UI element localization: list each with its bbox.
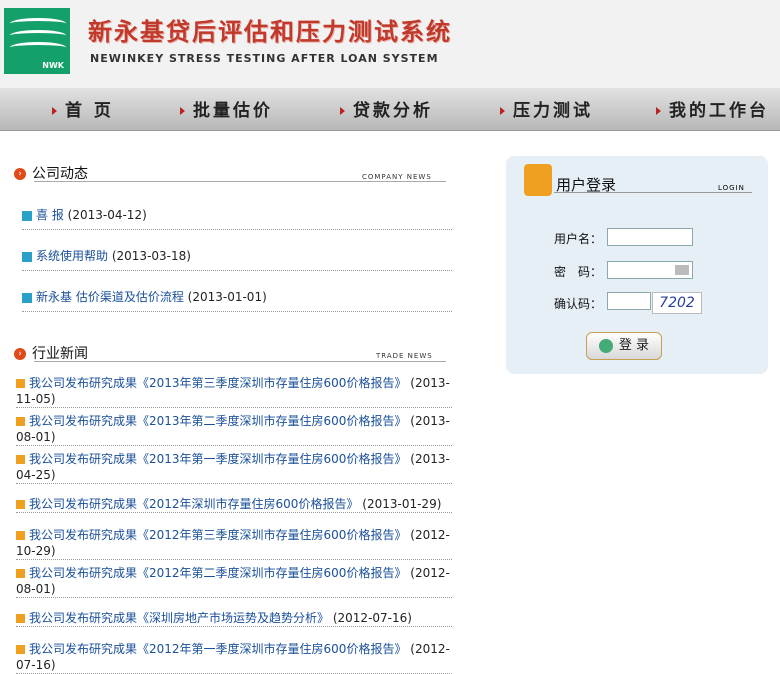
- username-label: 用户名：: [554, 232, 603, 246]
- news-link[interactable]: 新永基 估价渠道及估价流程: [36, 290, 184, 304]
- news-link[interactable]: 我公司发布研究成果《2012年第一季度深圳市存量住房600价格报告》: [29, 642, 406, 656]
- trade-news-item: 我公司发布研究成果《2013年第二季度深圳市存量住房600价格报告》 (2013…: [16, 413, 452, 446]
- arrow-circle-icon: ›: [14, 168, 26, 180]
- system-title-en: NEWINKEY STRESS TESTING AFTER LOAN SYSTE…: [90, 52, 439, 65]
- main-nav: 首 页 批量估价 贷款分析 压力测试 我的工作台: [0, 88, 780, 131]
- news-link[interactable]: 我公司发布研究成果《深圳房地产市场运势及趋势分析》: [29, 611, 329, 625]
- divider: [554, 192, 752, 193]
- keyboard-icon[interactable]: [675, 265, 689, 275]
- arrow-right-icon: [656, 107, 661, 115]
- nav-loan-analysis[interactable]: 贷款分析: [340, 96, 433, 121]
- captcha-label: 确认码：: [554, 297, 603, 311]
- login-title-en: LOGIN: [718, 184, 745, 192]
- nav-batch-valuation[interactable]: 批量估价: [180, 96, 273, 121]
- bullet-icon: [16, 500, 25, 509]
- nav-home[interactable]: 首 页: [52, 96, 114, 121]
- captcha-image[interactable]: 7202: [652, 292, 702, 314]
- company-news-title: › 公司动态: [14, 163, 88, 183]
- trade-news-item: 我公司发布研究成果《2013年第三季度深圳市存量住房600价格报告》 (2013…: [16, 375, 452, 408]
- arrow-right-icon: [52, 107, 57, 115]
- arrow-right-icon: [180, 107, 185, 115]
- nav-stress-test[interactable]: 压力测试: [500, 96, 593, 121]
- trade-news-title: › 行业新闻: [14, 343, 88, 363]
- bullet-icon: [16, 569, 25, 578]
- password-input[interactable]: [607, 261, 693, 279]
- trade-news-title-en: TRADE NEWS: [376, 352, 433, 360]
- trade-news-item: 我公司发布研究成果《2012年第三季度深圳市存量住房600价格报告》 (2012…: [16, 527, 452, 560]
- news-link[interactable]: 我公司发布研究成果《2012年第二季度深圳市存量住房600价格报告》: [29, 566, 406, 580]
- trade-news-item: 我公司发布研究成果《深圳房地产市场运势及趋势分析》 (2012-07-16): [16, 610, 452, 627]
- bullet-icon: [22, 292, 32, 303]
- bullet-icon: [16, 455, 25, 464]
- trade-news-item: 我公司发布研究成果《2012年深圳市存量住房600价格报告》 (2013-01-…: [16, 496, 452, 513]
- username-input[interactable]: [607, 228, 693, 246]
- bullet-icon: [16, 379, 25, 388]
- nav-my-workspace[interactable]: 我的工作台: [656, 96, 769, 121]
- news-link[interactable]: 我公司发布研究成果《2013年第三季度深圳市存量住房600价格报告》: [29, 376, 406, 390]
- company-logo: NWK: [4, 8, 70, 74]
- login-button[interactable]: 登 录: [586, 332, 662, 360]
- news-link[interactable]: 我公司发布研究成果《2013年第一季度深圳市存量住房600价格报告》: [29, 452, 406, 466]
- divider: [34, 181, 446, 183]
- bullet-icon: [16, 645, 25, 654]
- divider: [34, 361, 446, 363]
- bullet-icon: [16, 531, 25, 540]
- news-link[interactable]: 我公司发布研究成果《2013年第二季度深圳市存量住房600价格报告》: [29, 414, 406, 428]
- news-link[interactable]: 喜 报: [36, 208, 64, 222]
- bullet-icon: [16, 417, 25, 426]
- header: NWK 新永基贷后评估和压力测试系统 NEWINKEY STRESS TESTI…: [0, 0, 780, 88]
- bullet-icon: [16, 614, 25, 623]
- arrow-circle-icon: ›: [14, 348, 26, 360]
- news-link[interactable]: 我公司发布研究成果《2012年深圳市存量住房600价格报告》: [29, 497, 358, 511]
- trade-news-item: 我公司发布研究成果《2012年第一季度深圳市存量住房600价格报告》 (2012…: [16, 641, 452, 674]
- captcha-input[interactable]: [607, 292, 651, 310]
- system-title: 新永基贷后评估和压力测试系统: [88, 18, 452, 46]
- company-news-item: 喜 报 (2013-04-12): [22, 206, 452, 230]
- login-panel: 用户登录 LOGIN 用户名： 密 码： 确认码： 7202 登 录: [506, 156, 768, 374]
- company-news-item: 新永基 估价渠道及估价流程 (2013-01-01): [22, 288, 452, 312]
- bullet-icon: [22, 251, 32, 262]
- trade-news-item: 我公司发布研究成果《2013年第一季度深圳市存量住房600价格报告》 (2013…: [16, 451, 452, 484]
- news-link[interactable]: 我公司发布研究成果《2012年第三季度深圳市存量住房600价格报告》: [29, 528, 406, 542]
- arrow-right-icon: [500, 107, 505, 115]
- arrow-right-icon: [340, 107, 345, 115]
- news-link[interactable]: 系统使用帮助: [36, 249, 108, 263]
- company-news-item: 系统使用帮助 (2013-03-18): [22, 247, 452, 271]
- logo-text: NWK: [42, 61, 64, 70]
- bullet-icon: [22, 210, 32, 221]
- password-label: 密 码：: [554, 265, 603, 279]
- company-news-title-en: COMPANY NEWS: [362, 173, 432, 181]
- trade-news-item: 我公司发布研究成果《2012年第二季度深圳市存量住房600价格报告》 (2012…: [16, 565, 452, 598]
- user-lock-icon: [524, 164, 552, 196]
- users-icon: [598, 338, 613, 353]
